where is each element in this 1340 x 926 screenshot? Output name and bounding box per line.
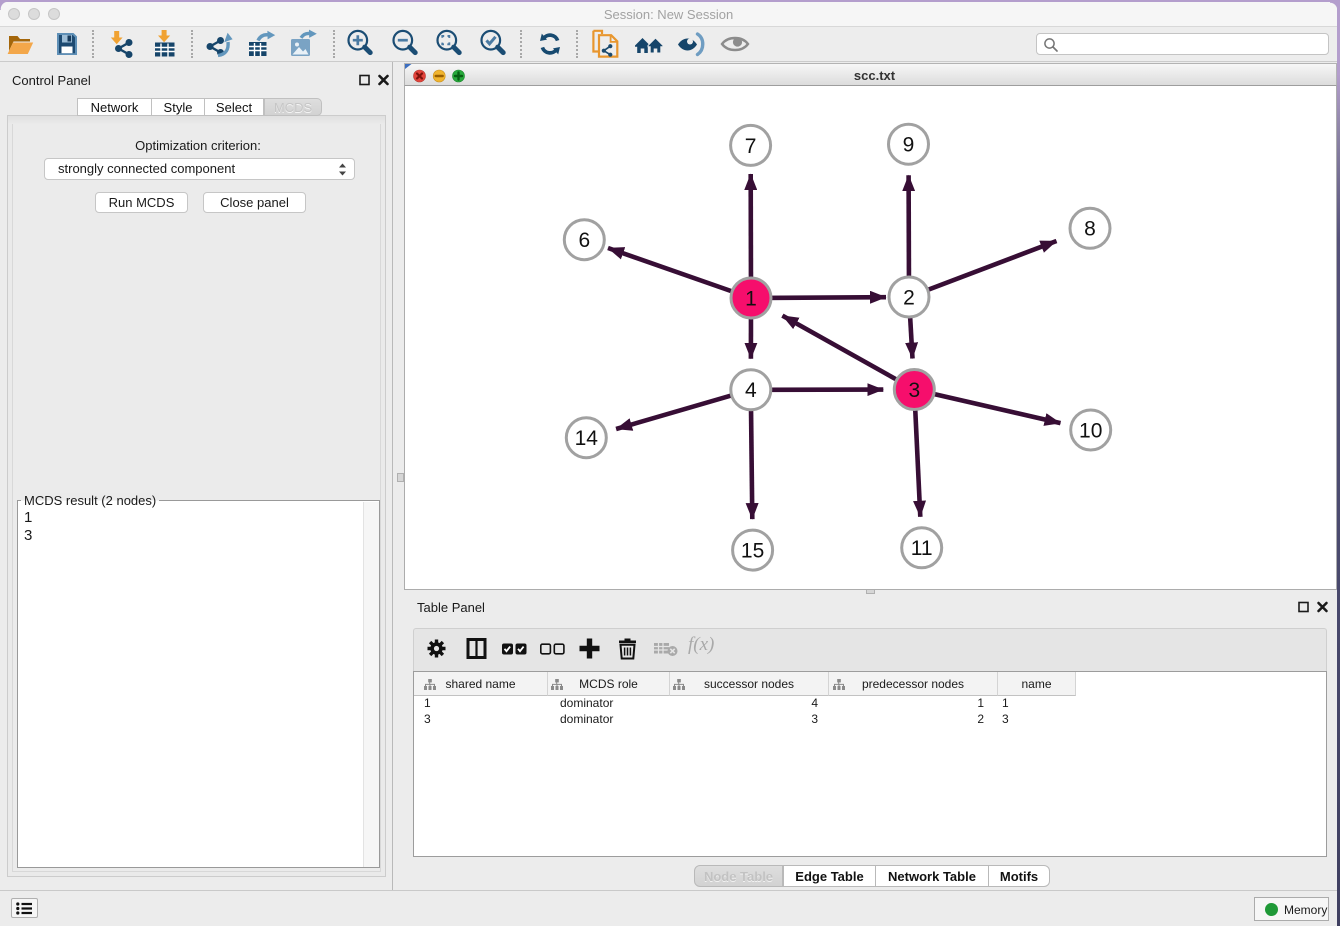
- svg-text:1: 1: [745, 287, 757, 310]
- svg-text:8: 8: [1084, 218, 1096, 241]
- svg-text:14: 14: [575, 427, 599, 450]
- svg-text:2: 2: [903, 286, 915, 309]
- svg-text:9: 9: [903, 134, 915, 157]
- svg-text:10: 10: [1079, 419, 1102, 442]
- svg-text:15: 15: [741, 540, 764, 563]
- svg-text:4: 4: [745, 379, 757, 402]
- svg-text:6: 6: [578, 229, 590, 252]
- svg-text:7: 7: [745, 135, 757, 158]
- svg-text:3: 3: [908, 379, 920, 402]
- svg-text:11: 11: [911, 537, 933, 560]
